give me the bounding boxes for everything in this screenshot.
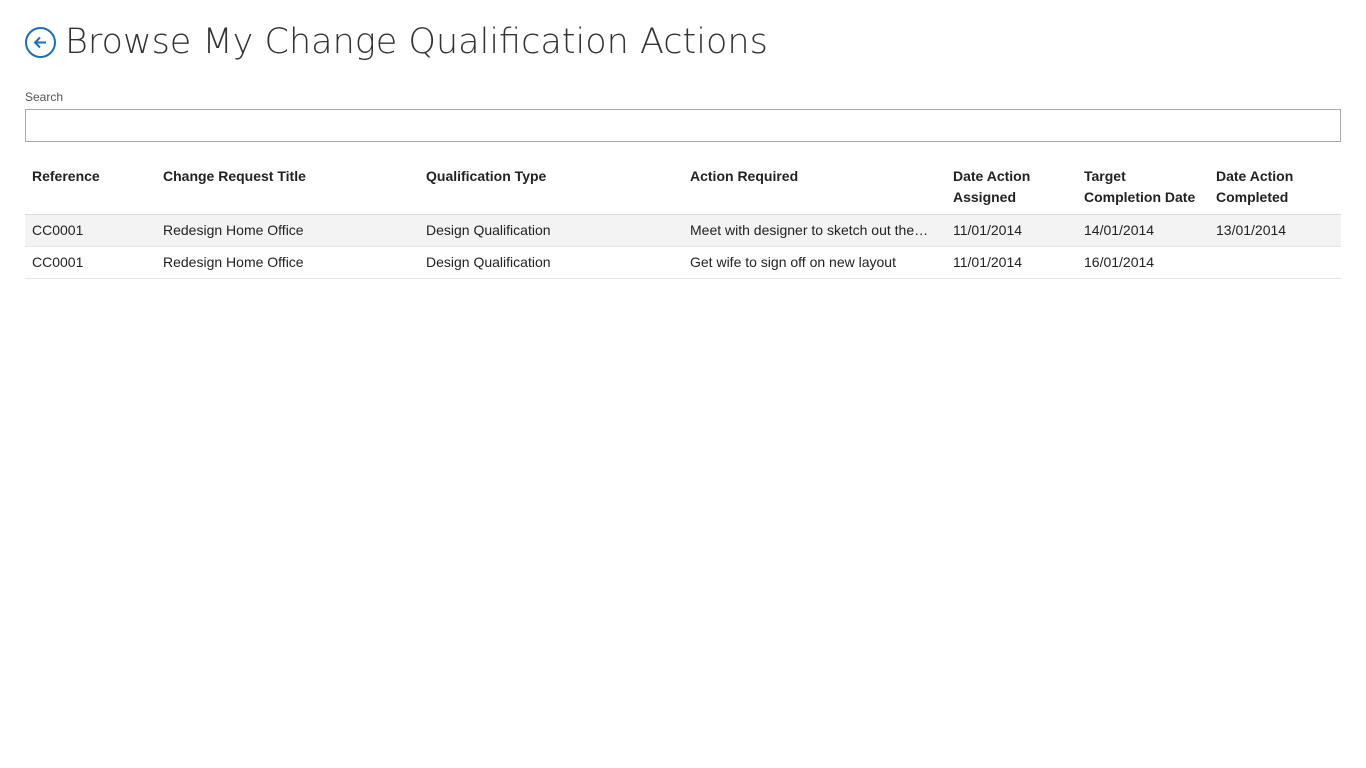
- search-input[interactable]: [25, 109, 1341, 142]
- cell-change-request-title: Redesign Home Office: [156, 214, 419, 247]
- search-label: Search: [25, 90, 64, 104]
- column-header-change-request-title[interactable]: Change Request Title: [156, 160, 419, 215]
- column-header-action-required[interactable]: Action Required: [683, 160, 946, 215]
- cell-date-action-assigned: 11/01/2014: [946, 246, 1077, 279]
- cell-qualification-type: Design Qualification: [419, 246, 683, 279]
- cell-change-request-title: Redesign Home Office: [156, 246, 419, 279]
- cell-target-completion-date: 16/01/2014: [1077, 246, 1209, 279]
- cell-date-action-completed: [1209, 246, 1341, 279]
- cell-action-required: Meet with designer to sketch out the…: [683, 214, 946, 247]
- column-header-date-action-completed[interactable]: Date Action Completed: [1209, 160, 1341, 215]
- column-header-qualification-type[interactable]: Qualification Type: [419, 160, 683, 215]
- table-row[interactable]: CC0001 Redesign Home Office Design Quali…: [25, 246, 1341, 279]
- column-header-target-completion-date[interactable]: Target Completion Date: [1077, 160, 1209, 215]
- cell-date-action-completed: 13/01/2014: [1209, 214, 1341, 247]
- table-header: Reference Change Request Title Qualifica…: [25, 160, 1341, 215]
- table-body: CC0001 Redesign Home Office Design Quali…: [25, 214, 1341, 279]
- back-button[interactable]: [25, 26, 56, 58]
- page-header: Browse My Change Qualification Actions: [25, 20, 768, 64]
- page-title: Browse My Change Qualification Actions: [65, 22, 768, 62]
- cell-target-completion-date: 14/01/2014: [1077, 214, 1209, 247]
- cell-action-required: Get wife to sign off on new layout: [683, 246, 946, 279]
- cell-reference: CC0001: [25, 246, 156, 279]
- cell-qualification-type: Design Qualification: [419, 214, 683, 247]
- page: Browse My Change Qualification Actions S…: [0, 0, 1366, 768]
- column-header-reference[interactable]: Reference: [25, 160, 156, 215]
- cell-date-action-assigned: 11/01/2014: [946, 214, 1077, 247]
- cell-reference: CC0001: [25, 214, 156, 247]
- actions-table: Reference Change Request Title Qualifica…: [25, 160, 1341, 279]
- header-row: Reference Change Request Title Qualifica…: [25, 160, 1341, 215]
- table-row[interactable]: CC0001 Redesign Home Office Design Quali…: [25, 214, 1341, 247]
- back-arrow-icon: [33, 36, 46, 48]
- column-header-date-action-assigned[interactable]: Date Action Assigned: [946, 160, 1077, 215]
